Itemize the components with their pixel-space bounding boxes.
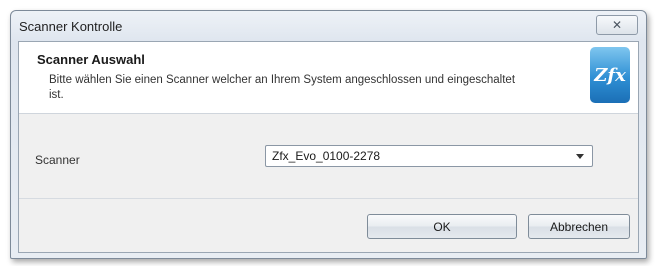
- scanner-select[interactable]: Zfx_Evo_0100-2278: [265, 145, 593, 167]
- scanner-label: Scanner: [35, 153, 80, 167]
- ok-button[interactable]: OK: [367, 214, 517, 239]
- scanner-field-row: Scanner Zfx_Evo_0100-2278: [19, 114, 638, 199]
- chevron-down-icon: [576, 154, 584, 159]
- header-title: Scanner Auswahl: [37, 52, 145, 67]
- dialog-content: Scanner Auswahl Bitte wählen Sie einen S…: [18, 41, 639, 253]
- zfx-logo-icon: Zfx: [590, 47, 630, 103]
- close-icon: ✕: [611, 18, 623, 32]
- window-title: Scanner Kontrolle: [19, 18, 123, 34]
- title-bar: Scanner Kontrolle ✕: [11, 11, 646, 41]
- scanner-selected-value: Zfx_Evo_0100-2278: [272, 149, 381, 163]
- logo-text: Zfx: [594, 64, 626, 86]
- close-button[interactable]: ✕: [596, 15, 638, 35]
- dialog-header: Scanner Auswahl Bitte wählen Sie einen S…: [19, 42, 638, 114]
- header-description: Bitte wählen Sie einen Scanner welcher a…: [49, 74, 516, 101]
- cancel-button[interactable]: Abbrechen: [528, 214, 630, 239]
- dialog-window: Scanner Kontrolle ✕ Scanner Auswahl Bitt…: [10, 10, 647, 259]
